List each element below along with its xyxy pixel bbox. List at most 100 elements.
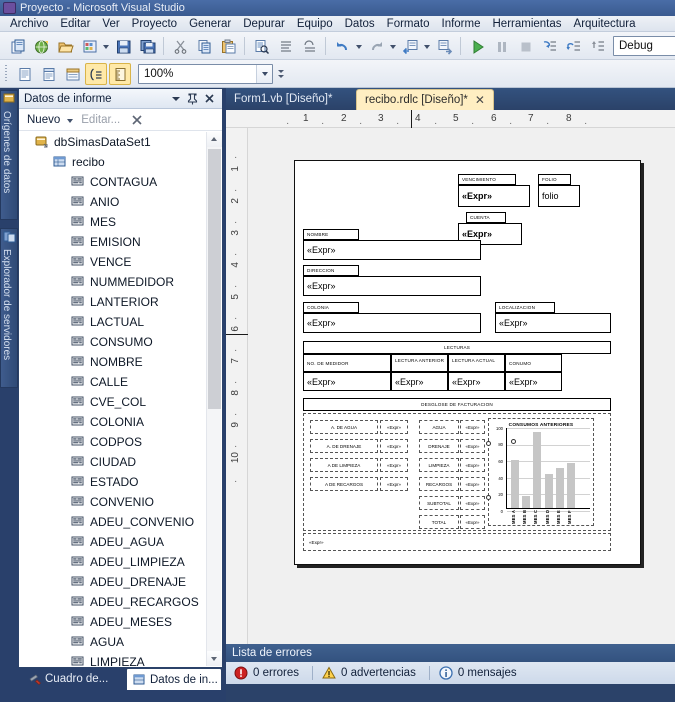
menu-item-editar[interactable]: Editar xyxy=(54,16,96,32)
concepto-label[interactable]: TOTAL xyxy=(419,515,459,529)
concepto-value[interactable]: «Expr» xyxy=(460,496,485,510)
tree-node-field[interactable]: NUMMEDIDOR xyxy=(20,272,208,292)
colonia-value[interactable]: «Expr» xyxy=(303,313,481,333)
report-properties-icon[interactable] xyxy=(13,63,35,85)
add-new-item-dropdown-icon[interactable] xyxy=(101,35,111,57)
tree-node-field[interactable]: ESTADO xyxy=(20,472,208,492)
direccion-value[interactable]: «Expr» xyxy=(303,276,481,296)
tree-node-field[interactable]: CODPOS xyxy=(20,432,208,452)
concepto-label[interactable]: DRENAJE xyxy=(419,439,459,453)
zoom-chevron-down-icon[interactable] xyxy=(256,64,272,83)
lectura-actual-value[interactable]: «Expr» xyxy=(448,372,505,391)
open-file-icon[interactable] xyxy=(54,35,76,57)
navigate-backward-dropdown-icon[interactable] xyxy=(422,35,432,57)
report-toolbar-grip[interactable] xyxy=(3,64,10,83)
consumo-value[interactable]: «Expr» xyxy=(505,372,562,391)
tree-node-table[interactable]: recibo xyxy=(20,152,208,172)
desglose-header[interactable]: DESGLOSE DE FACTURACION xyxy=(303,398,611,411)
concepto-value[interactable]: «Expr» xyxy=(460,515,485,529)
menu-item-depurar[interactable]: Depurar xyxy=(237,16,291,32)
pause-icon[interactable] xyxy=(490,35,512,57)
footer-expression[interactable]: «Expr» xyxy=(303,533,611,551)
add-web-site-icon[interactable] xyxy=(30,35,52,57)
tree-node-dataset[interactable]: dbSimasDataSet1 xyxy=(20,132,208,152)
errors-filter[interactable]: 0 errores xyxy=(234,666,299,680)
solution-configuration-combo[interactable]: Debug xyxy=(613,35,675,56)
tree-node-field[interactable]: AGUA xyxy=(20,632,208,652)
tree-node-field[interactable]: ADEU_LIMPIEZA xyxy=(20,552,208,572)
step-into-icon[interactable] xyxy=(538,35,560,57)
colonia-label[interactable]: COLONIA xyxy=(303,302,359,313)
concepto-label[interactable]: RECARGOS xyxy=(419,477,459,491)
menu-item-formato[interactable]: Formato xyxy=(381,16,436,32)
concepto-label[interactable]: AGUA xyxy=(419,420,459,434)
no-medidor-value[interactable]: «Expr» xyxy=(303,372,391,391)
adeudo-label[interactable]: A. DE AGUA xyxy=(310,420,378,434)
document-tab-form1[interactable]: Form1.vb [Diseño]* xyxy=(226,88,340,110)
paste-icon[interactable] xyxy=(217,35,239,57)
step-over-icon[interactable] xyxy=(562,35,584,57)
navigate-backward-icon[interactable] xyxy=(399,35,421,57)
report-body-icon[interactable] xyxy=(61,63,83,85)
document-tab-recibo[interactable]: recibo.rdlc [Diseño]* ✕ xyxy=(356,89,494,110)
nombre-label[interactable]: NOMBRE xyxy=(303,229,359,240)
navigate-forward-icon[interactable] xyxy=(433,35,455,57)
add-new-item-icon[interactable] xyxy=(78,35,100,57)
adeudo-value[interactable]: «Expr» xyxy=(380,420,408,434)
menu-item-informe[interactable]: Informe xyxy=(436,16,487,32)
tree-node-field[interactable]: CIUDAD xyxy=(20,452,208,472)
menu-item-herramientas[interactable]: Herramientas xyxy=(487,16,568,32)
direccion-label[interactable]: DIRECCION xyxy=(303,265,359,276)
menu-item-proyecto[interactable]: Proyecto xyxy=(126,16,183,32)
scroll-down-button[interactable] xyxy=(207,651,222,666)
step-out-icon[interactable] xyxy=(586,35,608,57)
adeudo-value[interactable]: «Expr» xyxy=(380,439,408,453)
vencimiento-value[interactable]: «Expr» xyxy=(458,185,530,207)
pin-icon[interactable] xyxy=(186,92,199,105)
scroll-up-button[interactable] xyxy=(207,132,222,147)
new-dropdown-icon[interactable] xyxy=(66,113,75,127)
report-data-tree[interactable]: dbSimasDataSet1 recibo CONTAGUA ANIO MES EM… xyxy=(20,132,208,666)
tree-node-field[interactable]: CONTAGUA xyxy=(20,172,208,192)
close-icon[interactable] xyxy=(203,92,216,105)
start-debug-icon[interactable] xyxy=(466,35,488,57)
uncomment-icon[interactable] xyxy=(298,35,320,57)
cuenta-label[interactable]: CUENTA xyxy=(466,212,506,223)
tree-node-field[interactable]: LANTERIOR xyxy=(20,292,208,312)
consumo-label[interactable]: CONUMO xyxy=(505,354,562,372)
redo-dropdown-icon[interactable] xyxy=(388,35,398,57)
tree-node-field[interactable]: NOMBRE xyxy=(20,352,208,372)
tree-node-field[interactable]: CONVENIO xyxy=(20,492,208,512)
adeudo-label[interactable]: A DE LIMPIEZA xyxy=(310,458,378,472)
concepto-label[interactable]: SUBTOTAL xyxy=(419,496,459,510)
lectura-anterior-value[interactable]: «Expr» xyxy=(391,372,448,391)
dropdown-menu-icon[interactable] xyxy=(169,92,182,105)
menu-item-archivo[interactable]: Archivo xyxy=(4,16,54,32)
expression-icon[interactable] xyxy=(85,62,107,85)
tree-node-field[interactable]: LACTUAL xyxy=(20,312,208,332)
undo-icon[interactable] xyxy=(331,35,353,57)
vencimiento-label[interactable]: VENCIMIENTO xyxy=(458,174,516,185)
localizacion-label[interactable]: LOCALIZACION xyxy=(495,302,555,313)
tree-node-field[interactable]: ADEU_RECARGOS xyxy=(20,592,208,612)
redo-icon[interactable] xyxy=(365,35,387,57)
save-icon[interactable] xyxy=(112,35,134,57)
save-all-icon[interactable] xyxy=(136,35,158,57)
adeudo-value[interactable]: «Expr» xyxy=(380,477,408,491)
tree-node-field[interactable]: EMISION xyxy=(20,232,208,252)
ruler-icon[interactable] xyxy=(109,62,131,85)
zoom-combo[interactable]: 100% xyxy=(138,63,273,84)
tree-node-field[interactable]: COLONIA xyxy=(20,412,208,432)
messages-filter[interactable]: 0 mensajes xyxy=(439,666,517,680)
report-data-scrollbar[interactable] xyxy=(206,132,222,666)
concepto-label[interactable]: LIMPIEZA xyxy=(419,458,459,472)
tree-node-field[interactable]: ADEU_DRENAJE xyxy=(20,572,208,592)
nombre-value[interactable]: «Expr» xyxy=(303,240,481,260)
folio-label[interactable]: FOLIO xyxy=(538,174,571,185)
stop-icon[interactable] xyxy=(514,35,536,57)
find-icon[interactable] xyxy=(250,35,272,57)
menu-item-equipo[interactable]: Equipo xyxy=(291,16,339,32)
report-design-canvas[interactable]: VENCIMIENTO «Expr» FOLIO folio CUENTA «E… xyxy=(249,128,675,662)
tree-node-field[interactable]: LIMPIEZA xyxy=(20,652,208,666)
lectura-anterior-label[interactable]: LECTURA ANTERIOR xyxy=(391,354,448,372)
